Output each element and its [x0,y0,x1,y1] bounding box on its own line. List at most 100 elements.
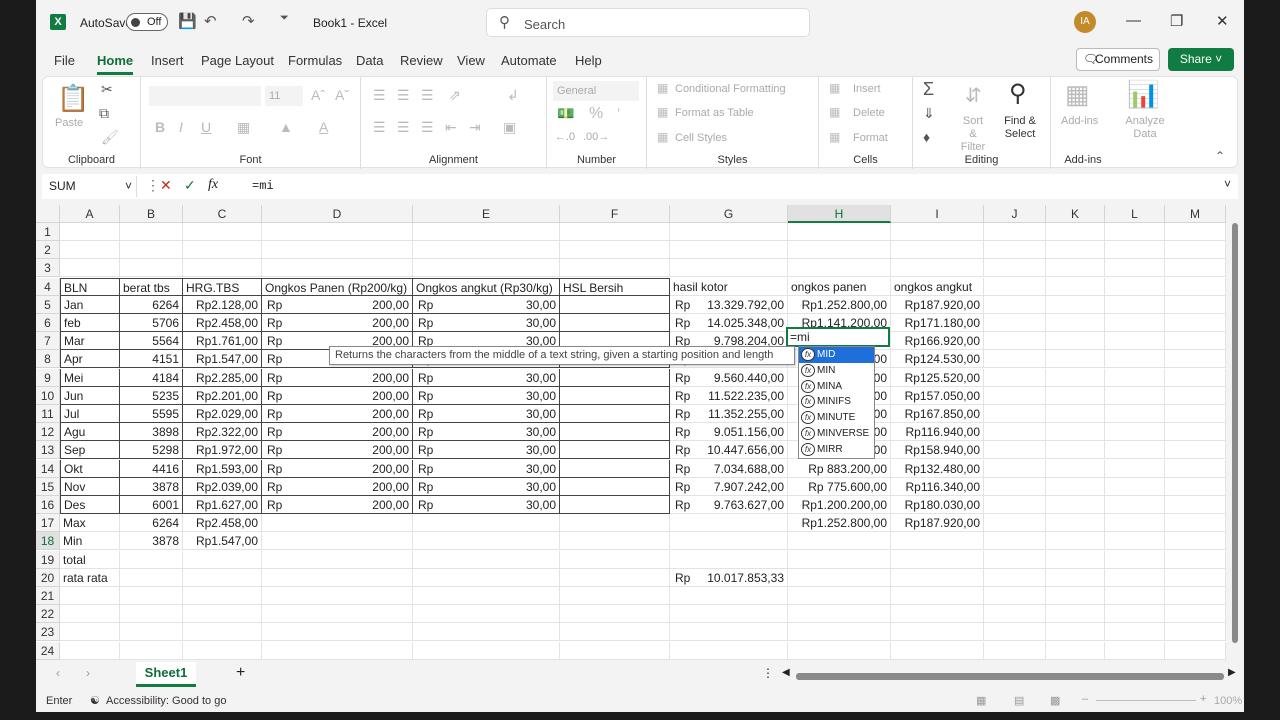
cell-b9[interactable]: 4184 [120,368,183,387]
cell-styles-button[interactable]: Cell Styles [675,132,727,144]
cell-b20[interactable] [120,568,183,587]
cell-a7[interactable]: Mar [60,332,120,351]
cell-g12[interactable]: Rp 9.051.156,00 [670,423,788,442]
cell-d14[interactable]: Rp 200,00 [262,459,413,478]
cell-f24[interactable] [560,641,670,660]
cell-i20[interactable] [891,568,984,587]
cell-m24[interactable] [1165,641,1226,660]
align-right-icon[interactable]: ☰ [421,119,434,136]
cell-b11[interactable]: 5595 [120,405,183,423]
grow-font-icon[interactable]: Aˆ [311,87,325,103]
cell-a20[interactable]: rata rata [60,568,120,587]
cell-f5[interactable] [560,295,670,314]
cell-m2[interactable] [1165,241,1226,260]
cell-i14[interactable]: Rp132.480,00 [891,459,984,478]
cell-j7[interactable] [984,332,1046,351]
cell-g20[interactable]: Rp 10.017.853,33 [670,568,788,587]
cell-l14[interactable] [1105,459,1165,478]
row-header-14[interactable]: 14 [36,459,60,478]
cell-c24[interactable] [183,641,262,660]
row-header-16[interactable]: 16 [36,496,60,514]
cell-c21[interactable] [183,587,262,605]
cell-m1[interactable] [1165,223,1226,241]
undo-icon[interactable]: ↶ [204,12,217,30]
cell-l24[interactable] [1105,641,1165,660]
cell-j6[interactable] [984,314,1046,332]
cell-h14[interactable]: Rp 883.200,00 [788,459,891,478]
column-header-k[interactable]: K [1046,205,1105,223]
cell-a6[interactable]: feb [60,314,120,332]
cell-l1[interactable] [1105,223,1165,241]
active-cell-editor[interactable]: =mi [786,327,890,347]
cell-i10[interactable]: Rp157.050,00 [891,386,984,405]
increase-decimal-icon[interactable]: ←.0 [555,131,575,143]
cell-c10[interactable]: Rp2.201,00 [183,386,262,405]
tab-review[interactable]: Review [400,53,443,68]
font-size-box[interactable]: 11 [265,86,303,106]
cell-e14[interactable]: Rp 30,00 [413,459,560,478]
cell-k1[interactable] [1046,223,1105,241]
cell-k9[interactable] [1046,368,1105,387]
cell-b12[interactable]: 3898 [120,423,183,442]
cell-m5[interactable] [1165,295,1226,314]
cell-e3[interactable] [413,259,560,278]
cell-a24[interactable] [60,641,120,660]
cell-j23[interactable] [984,623,1046,642]
addins-button[interactable]: Add-ins [1061,115,1098,127]
cell-f18[interactable] [560,532,670,551]
cell-j8[interactable] [984,350,1046,369]
delete-cells-button[interactable]: Delete [853,107,885,119]
cell-e18[interactable] [413,532,560,551]
cell-k2[interactable] [1046,241,1105,260]
cell-a3[interactable] [60,259,120,278]
tab-home[interactable]: Home [97,53,134,75]
cell-g19[interactable] [670,550,788,569]
cell-b19[interactable] [120,550,183,569]
borders-icon[interactable]: ▦ [237,119,250,136]
cell-k22[interactable] [1046,605,1105,624]
cell-c13[interactable]: Rp1.972,00 [183,441,262,460]
cell-j11[interactable] [984,405,1046,423]
row-header-4[interactable]: 4 [36,277,60,296]
cell-b23[interactable] [120,623,183,642]
cell-j1[interactable] [984,223,1046,241]
cell-m11[interactable] [1165,405,1226,423]
cell-h17[interactable]: Rp1.252.800,00 [788,514,891,533]
cell-f15[interactable] [560,477,670,496]
cell-k15[interactable] [1046,477,1105,496]
cell-d13[interactable]: Rp 200,00 [262,441,413,460]
cell-j12[interactable] [984,423,1046,442]
cell-h1[interactable] [788,223,891,241]
search-box[interactable]: ⚲ Search [486,8,810,37]
cell-e22[interactable] [413,605,560,624]
cell-a2[interactable] [60,241,120,260]
cell-c1[interactable] [183,223,262,241]
cell-f19[interactable] [560,550,670,569]
cell-j13[interactable] [984,441,1046,460]
row-header-23[interactable]: 23 [36,623,60,642]
autocomplete-item-minute[interactable]: fx MINUTE [799,410,874,426]
cell-f11[interactable] [560,405,670,423]
insert-function-icon[interactable]: fx [208,177,218,193]
cell-l21[interactable] [1105,587,1165,605]
cell-k24[interactable] [1046,641,1105,660]
cell-b21[interactable] [120,587,183,605]
cell-a8[interactable]: Apr [60,350,120,369]
cell-j18[interactable] [984,532,1046,551]
cell-b22[interactable] [120,605,183,624]
autocomplete-item-mid[interactable]: fx MID [799,347,874,363]
cell-b5[interactable]: 6264 [120,295,183,314]
share-button[interactable]: Share ˅ [1168,48,1234,71]
row-header-8[interactable]: 8 [36,350,60,369]
center-icon[interactable]: ☰ [397,119,410,136]
cell-h18[interactable] [788,532,891,551]
cell-l17[interactable] [1105,514,1165,533]
cell-k6[interactable] [1046,314,1105,332]
row-header-19[interactable]: 19 [36,550,60,569]
cell-m16[interactable] [1165,496,1226,514]
number-format-box[interactable]: General [553,81,639,101]
tab-insert[interactable]: Insert [151,53,184,68]
cell-j14[interactable] [984,459,1046,478]
cell-g17[interactable] [670,514,788,533]
cell-i11[interactable]: Rp167.850,00 [891,405,984,423]
